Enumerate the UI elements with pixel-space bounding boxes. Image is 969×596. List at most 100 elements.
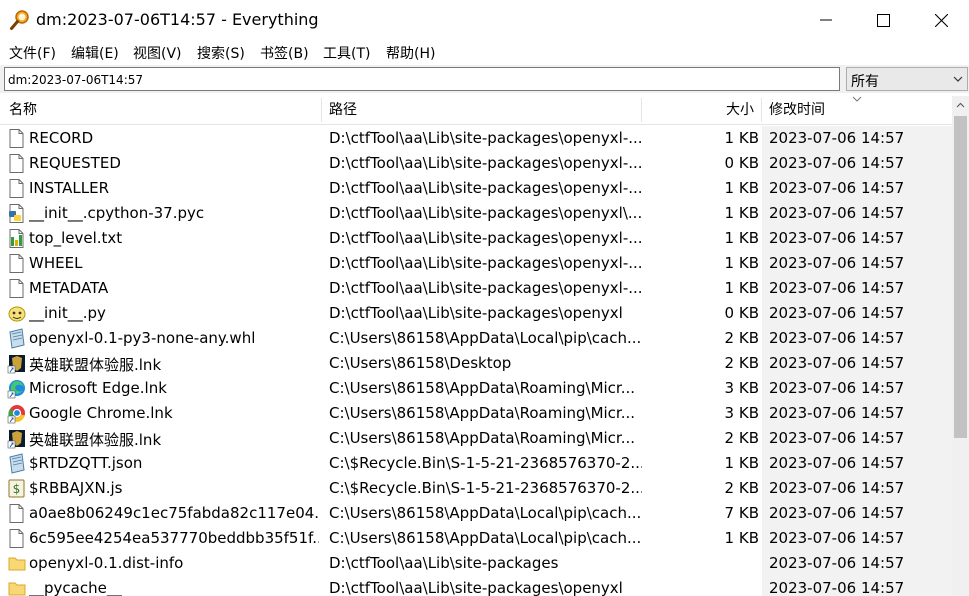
file-name: openyxl-0.1-py3-none-any.whl <box>29 329 256 347</box>
file-size: 1 KB <box>724 129 759 147</box>
file-size: 1 KB <box>724 454 759 472</box>
result-row[interactable]: 英雄联盟体验服.lnk C:\Users\86158\Desktop 2 KB 202… <box>0 351 952 376</box>
filter-select[interactable]: 所有 <box>846 67 968 91</box>
modified-cell: 2023-07-06 14:57 <box>762 126 952 151</box>
result-row[interactable]: Microsoft Edge.lnk C:\Users\86158\AppData… <box>0 376 952 401</box>
result-row[interactable]: RECORD D:\ctfTool\aa\Lib\site-packages\op… <box>0 126 952 151</box>
file-path: D:\ctfTool\aa\Lib\site-packages\openyxl-… <box>329 129 642 147</box>
menu-file[interactable]: 文件(F) <box>9 43 56 63</box>
file-size: 1 KB <box>724 179 759 197</box>
modified-cell: 2023-07-06 14:57 <box>762 476 952 501</box>
result-row[interactable]: top_level.txt D:\ctfTool\aa\Lib\site-pack… <box>0 226 952 251</box>
file-modified: 2023-07-06 14:57 <box>769 404 905 422</box>
search-input[interactable]: dm:2023-07-06T14:57 <box>4 67 840 91</box>
file-size: 1 KB <box>724 279 759 297</box>
modified-cell: 2023-07-06 14:57 <box>762 451 952 476</box>
column-divider[interactable] <box>321 98 322 122</box>
file-name: __init__.py <box>29 304 106 322</box>
menu-search[interactable]: 搜索(S) <box>197 43 245 63</box>
result-row[interactable]: __init__.cpython-37.pyc D:\ctfTool\aa\Lib… <box>0 201 952 226</box>
column-path[interactable]: 路径 <box>329 96 357 124</box>
file-size: 2 KB <box>724 479 759 497</box>
menu-bookmarks[interactable]: 书签(B) <box>260 43 309 63</box>
result-row[interactable]: INSTALLER D:\ctfTool\aa\Lib\site-packages… <box>0 176 952 201</box>
file-path: D:\ctfTool\aa\Lib\site-packages\openyxl <box>329 304 623 322</box>
game-shortcut-icon <box>7 430 25 449</box>
file-path: C:\$Recycle.Bin\S-1-5-21-2368576370-2... <box>329 479 642 497</box>
file-modified: 2023-07-06 14:57 <box>769 179 905 197</box>
minimize-icon <box>820 19 832 21</box>
scroll-thumb[interactable] <box>954 116 967 438</box>
file-name: $RTDZQTT.json <box>29 454 143 472</box>
result-row[interactable]: 英雄联盟体验服.lnk C:\Users\86158\AppData\Roamin… <box>0 426 952 451</box>
column-name[interactable]: 名称 <box>9 96 37 124</box>
column-modified[interactable]: 修改时间 <box>769 96 825 124</box>
result-row[interactable]: a0ae8b06249c1ec75fabda82c117e04... C:\Use… <box>0 501 952 526</box>
modified-cell: 2023-07-06 14:57 <box>762 351 952 376</box>
close-button[interactable] <box>918 0 964 40</box>
python-script-icon <box>8 306 26 322</box>
edge-icon <box>7 380 25 399</box>
file-modified: 2023-07-06 14:57 <box>769 279 905 297</box>
file-name: a0ae8b06249c1ec75fabda82c117e04... <box>29 504 319 522</box>
result-row[interactable]: REQUESTED D:\ctfTool\aa\Lib\site-packages… <box>0 151 952 176</box>
result-row[interactable]: __init__.py D:\ctfTool\aa\Lib\site-packag… <box>0 301 952 326</box>
menu-view[interactable]: 视图(V) <box>133 43 182 63</box>
result-row[interactable]: $RTDZQTT.json C:\$Recycle.Bin\S-1-5-21-23… <box>0 451 952 476</box>
column-size[interactable]: 大小 <box>726 96 754 124</box>
file-size: 2 KB <box>724 329 759 347</box>
modified-cell: 2023-07-06 14:57 <box>762 526 952 551</box>
file-modified: 2023-07-06 14:57 <box>769 204 905 222</box>
column-divider[interactable] <box>761 98 762 122</box>
file-modified: 2023-07-06 14:57 <box>769 579 905 596</box>
file-path: C:\Users\86158\AppData\Roaming\Micr... <box>329 404 636 422</box>
result-row[interactable]: openyxl-0.1.dist-info D:\ctfTool\aa\Lib\s… <box>0 551 952 576</box>
file-path: C:\Users\86158\AppData\Roaming\Micr... <box>329 379 636 397</box>
file-name: __pycache__ <box>29 579 122 596</box>
file-size: 0 KB <box>724 154 759 172</box>
maximize-button[interactable] <box>860 0 906 40</box>
file-path: D:\ctfTool\aa\Lib\site-packages <box>329 554 559 572</box>
file-path: D:\ctfTool\aa\Lib\site-packages\openyxl-… <box>329 229 642 247</box>
chrome-icon <box>7 405 25 424</box>
file-icon <box>9 279 24 298</box>
result-row[interactable]: WHEEL D:\ctfTool\aa\Lib\site-packages\ope… <box>0 251 952 276</box>
file-size: 3 KB <box>724 379 759 397</box>
result-row[interactable]: METADATA D:\ctfTool\aa\Lib\site-packages\… <box>0 276 952 301</box>
minimize-button[interactable] <box>803 0 849 40</box>
file-icon <box>9 129 24 148</box>
menu-bar: 文件(F) 编辑(E) 视图(V) 搜索(S) 书签(B) 工具(T) 帮助(H… <box>0 40 969 64</box>
modified-cell: 2023-07-06 14:57 <box>762 176 952 201</box>
result-row[interactable]: openyxl-0.1-py3-none-any.whl C:\Users\861… <box>0 326 952 351</box>
menu-help[interactable]: 帮助(H) <box>386 43 435 63</box>
file-name: top_level.txt <box>29 229 123 247</box>
vertical-scrollbar[interactable] <box>952 96 969 596</box>
game-shortcut-icon <box>7 355 25 374</box>
file-path: C:\Users\86158\Desktop <box>329 354 512 372</box>
file-icon <box>9 179 24 198</box>
result-row[interactable]: $ $RBBAJXN.js C:\$Recycle.Bin\S-1-5-21-236… <box>0 476 952 501</box>
file-size: 2 KB <box>724 354 759 372</box>
modified-cell: 2023-07-06 14:57 <box>762 376 952 401</box>
file-size: 1 KB <box>724 229 759 247</box>
file-modified: 2023-07-06 14:57 <box>769 454 905 472</box>
result-row[interactable]: 6c595ee4254ea537770beddbb35f51f... C:\Use… <box>0 526 952 551</box>
file-path: C:\Users\86158\AppData\Local\pip\cach... <box>329 529 642 547</box>
file-name: RECORD <box>29 129 94 147</box>
modified-cell: 2023-07-06 14:57 <box>762 551 952 576</box>
modified-cell: 2023-07-06 14:57 <box>762 151 952 176</box>
file-name: __init__.cpython-37.pyc <box>29 204 205 222</box>
scroll-up-button[interactable] <box>952 96 969 113</box>
file-size: 1 KB <box>724 529 759 547</box>
file-modified: 2023-07-06 14:57 <box>769 329 905 347</box>
magnifier-app-icon <box>10 10 29 30</box>
file-modified: 2023-07-06 14:57 <box>769 429 905 447</box>
file-modified: 2023-07-06 14:57 <box>769 504 905 522</box>
file-size: 1 KB <box>724 204 759 222</box>
result-row[interactable]: __pycache__ D:\ctfTool\aa\Lib\site-packag… <box>0 576 952 596</box>
menu-edit[interactable]: 编辑(E) <box>71 43 119 63</box>
result-row[interactable]: Google Chrome.lnk C:\Users\86158\AppData\… <box>0 401 952 426</box>
file-size: 3 KB <box>724 404 759 422</box>
menu-tools[interactable]: 工具(T) <box>323 43 370 63</box>
column-divider[interactable] <box>641 98 642 122</box>
